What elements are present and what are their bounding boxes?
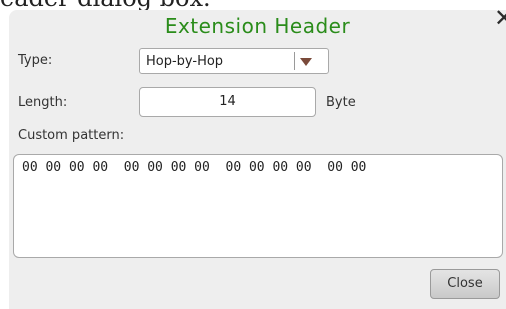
type-select[interactable]: Hop-by-Hop [139,48,329,74]
dialog-title: Extension Header [164,14,351,38]
custom-pattern-label: Custom pattern: [18,128,125,143]
type-label: Type: [18,53,53,68]
close-button[interactable]: Close [430,269,500,299]
type-select-value: Hop-by-Hop [146,54,224,69]
caption-fragment: eader dialog box. [0,0,211,10]
length-label: Length: [18,95,68,110]
length-input[interactable]: 14 [139,87,316,117]
select-divider [294,52,295,70]
screen: eader dialog box. Extension Header ✕ Typ… [0,0,506,309]
close-x-icon[interactable]: ✕ [494,4,506,32]
extension-header-dialog: Extension Header ✕ Type: Hop-by-Hop Leng… [9,4,506,309]
length-unit: Byte [326,95,356,110]
dropdown-arrow-icon[interactable] [300,58,312,66]
custom-pattern-textarea[interactable]: 00 00 00 00 00 00 00 00 00 00 00 00 00 0… [13,154,503,258]
